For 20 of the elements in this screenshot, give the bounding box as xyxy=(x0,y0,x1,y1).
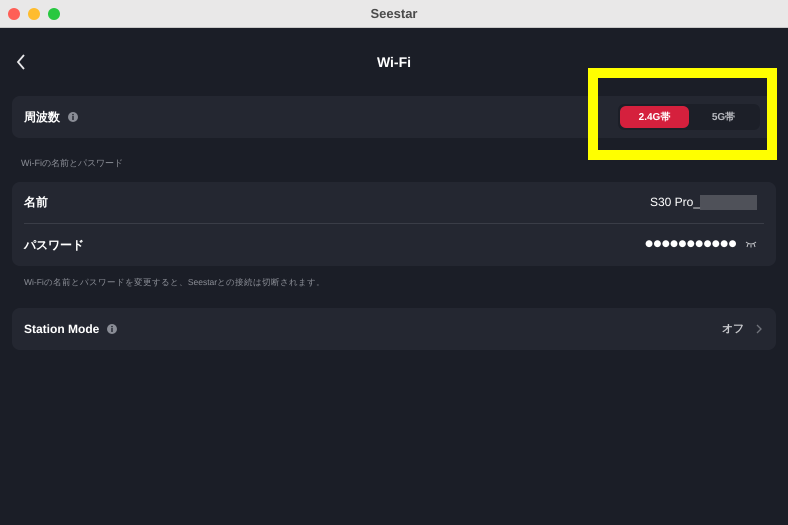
page-title: Wi-Fi xyxy=(376,52,412,72)
warning-note: Wi-Fiの名前とパスワードを変更すると、Seestarとの接続は切断されます。 xyxy=(24,276,326,288)
name-value: S30 Pro_ xyxy=(650,194,700,211)
name-label: 名前 xyxy=(24,194,48,211)
info-icon[interactable] xyxy=(107,324,118,334)
station-mode-label: Station Mode xyxy=(24,321,100,338)
band-option[interactable]: 2.4G帯 xyxy=(620,106,689,128)
info-icon[interactable] xyxy=(68,112,78,122)
chevron-right-icon xyxy=(756,324,762,334)
pixelated-mosaic xyxy=(700,194,757,210)
closed-eye-icon[interactable] xyxy=(745,241,757,248)
band-option[interactable]: 5G帯 xyxy=(689,106,758,128)
window-title: Seestar xyxy=(370,4,418,23)
frequency-label: 周波数 xyxy=(24,109,60,126)
section-title: Wi-Fiの名前とパスワード xyxy=(21,157,124,170)
station-mode-value: オフ xyxy=(722,322,744,337)
password-value: ●●●●●●●●●●● xyxy=(645,238,737,251)
back-icon[interactable] xyxy=(16,54,26,70)
password-label: パスワード xyxy=(24,236,84,254)
station-mode-row[interactable]: Station Mode オフ xyxy=(12,308,776,350)
